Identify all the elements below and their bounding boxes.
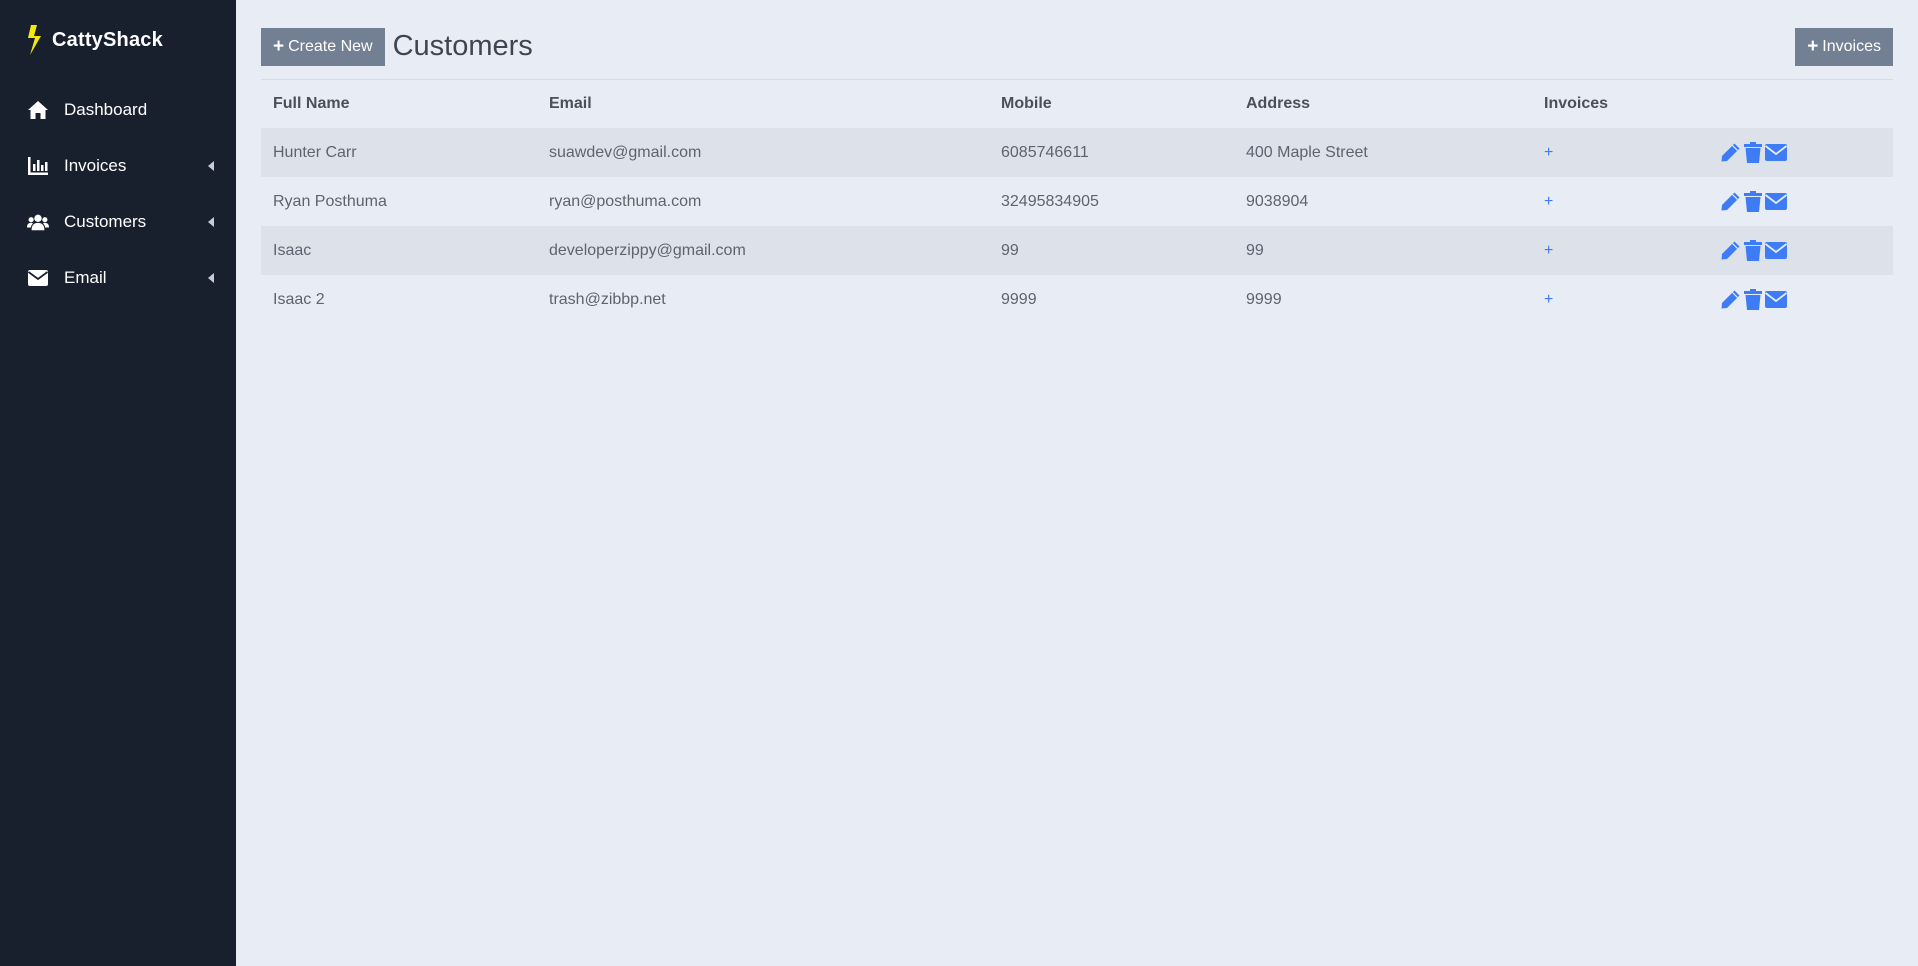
- cell-mobile: 32495834905: [989, 177, 1234, 226]
- cell-email: trash@zibbp.net: [537, 275, 989, 324]
- table-body: Hunter Carr suawdev@gmail.com 6085746611 40…: [261, 128, 1893, 324]
- edit-icon[interactable]: [1720, 191, 1741, 212]
- email-icon[interactable]: [1765, 242, 1787, 259]
- table-row[interactable]: Hunter Carr suawdev@gmail.com 6085746611 40…: [261, 128, 1893, 177]
- add-invoice-link[interactable]: +: [1544, 144, 1553, 161]
- brand-name: CattyShack: [52, 28, 163, 51]
- main-content: + Create New Customers + Invoices Full N…: [236, 0, 1918, 966]
- cell-full-name: Hunter Carr: [261, 128, 537, 177]
- cell-actions: [1708, 275, 1893, 324]
- sidebar-item-label: Email: [64, 268, 107, 287]
- invoices-button-label: Invoices: [1822, 37, 1881, 55]
- column-header-full-name[interactable]: Full Name: [261, 80, 537, 128]
- cell-actions: [1708, 177, 1893, 226]
- create-new-button[interactable]: + Create New: [261, 27, 385, 66]
- sidebar-item-label: Invoices: [64, 156, 127, 175]
- page-header: + Create New Customers + Invoices: [261, 0, 1893, 80]
- edit-icon[interactable]: [1720, 289, 1741, 310]
- caret-left-icon: [208, 161, 214, 171]
- cell-invoices: +: [1532, 128, 1708, 177]
- envelope-icon: [27, 268, 49, 288]
- users-icon: [27, 212, 49, 232]
- table-row[interactable]: Ryan Posthuma ryan@posthuma.com 3249583490…: [261, 177, 1893, 226]
- cell-invoices: +: [1532, 177, 1708, 226]
- sidebar-item-customers[interactable]: Customers: [0, 194, 236, 250]
- delete-icon[interactable]: [1744, 289, 1762, 310]
- cell-invoices: +: [1532, 226, 1708, 275]
- invoices-button[interactable]: + Invoices: [1795, 27, 1893, 66]
- sidebar-item-invoices[interactable]: Invoices: [0, 138, 236, 194]
- cell-full-name: Ryan Posthuma: [261, 177, 537, 226]
- cell-email: suawdev@gmail.com: [537, 128, 989, 177]
- sidebar-item-label: Dashboard: [64, 100, 148, 119]
- plus-icon: +: [273, 36, 285, 57]
- delete-icon[interactable]: [1744, 240, 1762, 261]
- cell-full-name: Isaac 2: [261, 275, 537, 324]
- email-icon[interactable]: [1765, 291, 1787, 308]
- caret-left-icon: [208, 217, 214, 227]
- create-new-label: Create New: [288, 37, 373, 55]
- delete-icon[interactable]: [1744, 191, 1762, 212]
- sidebar-item-dashboard[interactable]: Dashboard: [0, 82, 236, 138]
- delete-icon[interactable]: [1744, 142, 1762, 163]
- edit-icon[interactable]: [1720, 240, 1741, 261]
- edit-icon[interactable]: [1720, 142, 1741, 163]
- lightning-bolt-icon: [28, 25, 41, 55]
- row-actions: [1720, 191, 1881, 212]
- cell-actions: [1708, 226, 1893, 275]
- table-row[interactable]: Isaac developerzippy@gmail.com 99 99 +: [261, 226, 1893, 275]
- sidebar-nav: Dashboard Invoices Customers Email: [0, 82, 236, 306]
- add-invoice-link[interactable]: +: [1544, 242, 1553, 259]
- caret-left-icon: [208, 273, 214, 283]
- email-icon[interactable]: [1765, 144, 1787, 161]
- email-icon[interactable]: [1765, 193, 1787, 210]
- bar-chart-icon: [27, 156, 49, 176]
- plus-icon: +: [1807, 36, 1819, 57]
- row-actions: [1720, 289, 1881, 310]
- brand[interactable]: CattyShack: [0, 0, 236, 60]
- sidebar: CattyShack Dashboard Invoices Customers …: [0, 0, 236, 966]
- column-header-actions: [1708, 80, 1893, 128]
- cell-mobile: 99: [989, 226, 1234, 275]
- add-invoice-link[interactable]: +: [1544, 291, 1553, 308]
- row-actions: [1720, 240, 1881, 261]
- sidebar-item-email[interactable]: Email: [0, 250, 236, 306]
- column-header-address[interactable]: Address: [1234, 80, 1532, 128]
- cell-address: 99: [1234, 226, 1532, 275]
- table-header-row: Full Name Email Mobile Address Invoices: [261, 80, 1893, 128]
- cell-email: developerzippy@gmail.com: [537, 226, 989, 275]
- customers-table: Full Name Email Mobile Address Invoices …: [261, 80, 1893, 324]
- cell-invoices: +: [1532, 275, 1708, 324]
- home-icon: [27, 100, 49, 120]
- app-root: CattyShack Dashboard Invoices Customers …: [0, 0, 1918, 966]
- add-invoice-link[interactable]: +: [1544, 193, 1553, 210]
- column-header-email[interactable]: Email: [537, 80, 989, 128]
- column-header-invoices[interactable]: Invoices: [1532, 80, 1708, 128]
- cell-email: ryan@posthuma.com: [537, 177, 989, 226]
- cell-actions: [1708, 128, 1893, 177]
- sidebar-item-label: Customers: [64, 212, 147, 231]
- row-actions: [1720, 142, 1881, 163]
- cell-address: 9999: [1234, 275, 1532, 324]
- page-title: Customers: [392, 30, 533, 62]
- cell-full-name: Isaac: [261, 226, 537, 275]
- cell-mobile: 9999: [989, 275, 1234, 324]
- cell-mobile: 6085746611: [989, 128, 1234, 177]
- cell-address: 9038904: [1234, 177, 1532, 226]
- cell-address: 400 Maple Street: [1234, 128, 1532, 177]
- table-row[interactable]: Isaac 2 trash@zibbp.net 9999 9999 +: [261, 275, 1893, 324]
- column-header-mobile[interactable]: Mobile: [989, 80, 1234, 128]
